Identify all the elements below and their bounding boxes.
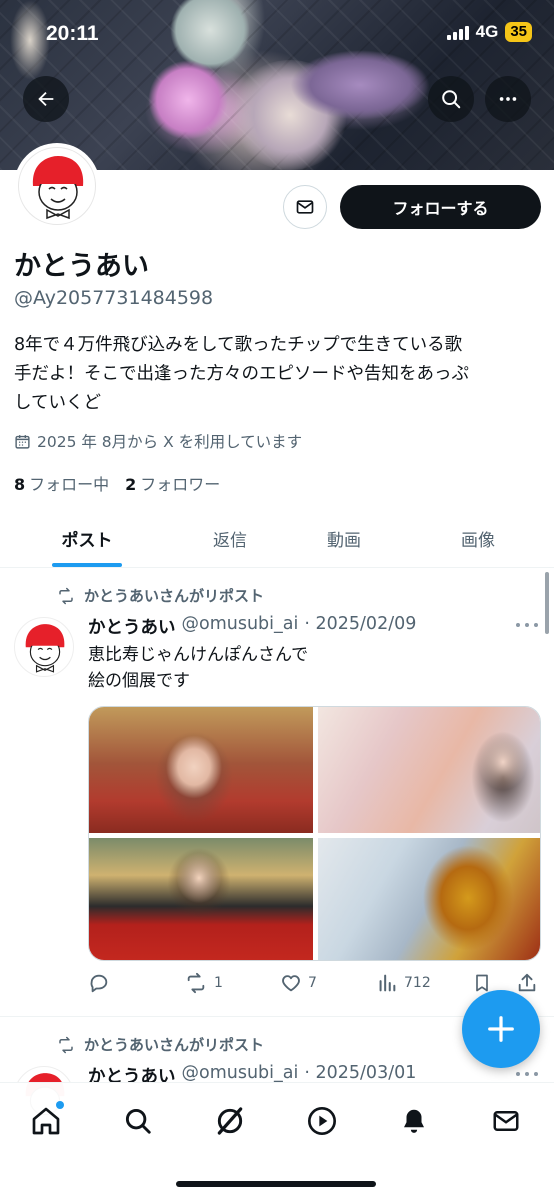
back-button[interactable] xyxy=(23,76,69,122)
banner-figure xyxy=(290,50,430,120)
join-date-text: 2025 年 8月から X を利用しています xyxy=(37,433,303,451)
avatar-image xyxy=(25,624,65,673)
profile-handle: @Ay2057731484598 xyxy=(14,287,214,309)
following-count: 8 xyxy=(14,475,26,494)
following-label: フォロー中 xyxy=(29,475,110,494)
battery-icon: 35 xyxy=(505,22,532,42)
post-handle[interactable]: @omusubi_ai xyxy=(182,614,299,639)
post-media-grid xyxy=(88,706,541,961)
followers-link[interactable]: 2 フォロワー xyxy=(125,471,220,495)
views-count: 712 xyxy=(404,975,431,991)
post-date[interactable]: · 2025/02/09 xyxy=(304,614,416,639)
banner-figure xyxy=(148,60,228,140)
views-button[interactable]: 712 xyxy=(376,972,431,994)
follow-stats: 8 フォロー中 2 フォロワー xyxy=(14,471,220,495)
message-button[interactable] xyxy=(283,185,327,229)
repost-indicator: かとうあいさんがリポスト xyxy=(56,1034,264,1055)
home-icon xyxy=(32,1107,60,1135)
media-photo[interactable] xyxy=(318,838,540,960)
post-actions: 1 7 712 xyxy=(88,970,541,1000)
post-text-line: 絵の個展です xyxy=(88,671,190,691)
tab-posts[interactable]: ポスト xyxy=(37,508,137,568)
followers-count: 2 xyxy=(125,475,137,494)
reply-button[interactable] xyxy=(88,972,116,994)
repost-count: 1 xyxy=(214,975,223,991)
profile-avatar[interactable] xyxy=(14,143,100,229)
scrollbar[interactable] xyxy=(545,572,549,634)
nav-search[interactable] xyxy=(118,1101,158,1141)
status-indicators: 4G 35 xyxy=(446,22,532,42)
nav-notifications[interactable] xyxy=(394,1101,434,1141)
status-time: 20:11 xyxy=(46,22,99,45)
plus-icon xyxy=(488,1016,514,1042)
profile-tabs: ポスト 返信 動画 画像 xyxy=(0,508,554,568)
bio-line: 8年で４万件飛び込みをして歌ったチップで生きている歌 xyxy=(14,335,463,355)
share-button[interactable] xyxy=(516,972,538,994)
share-icon xyxy=(518,973,536,992)
profile-display-name: かとうあい xyxy=(14,251,149,282)
repost-button[interactable]: 1 xyxy=(184,972,223,994)
repost-icon xyxy=(59,1036,73,1053)
tab-images[interactable]: 画像 xyxy=(428,508,528,568)
calendar-icon xyxy=(15,434,30,449)
bio-line: 手だよ！そこで出逢った方々のエピソードや告知をあっぷ xyxy=(14,364,469,384)
repost-label: かとうあいさんがリポスト xyxy=(84,1036,265,1054)
messages-icon xyxy=(493,1111,519,1131)
post-header: かとうあい @omusubi_ai · 2025/02/09 xyxy=(88,614,416,639)
repost-icon xyxy=(59,587,73,604)
follow-button[interactable]: フォローする xyxy=(340,185,541,229)
heart-icon xyxy=(282,975,300,992)
nav-grok[interactable] xyxy=(210,1101,250,1141)
post-author[interactable]: かとうあい xyxy=(88,614,176,639)
profile-bio: 8年で４万件飛び込みをして歌ったチップで生きている歌 手だよ！そこで出逢った方々… xyxy=(14,331,534,418)
arrow-left-icon xyxy=(38,91,54,107)
post-more-button[interactable] xyxy=(516,623,538,629)
network-type: 4G xyxy=(475,22,499,41)
media-photo[interactable] xyxy=(89,838,313,960)
search-icon xyxy=(442,90,461,109)
following-link[interactable]: 8 フォロー中 xyxy=(14,471,109,495)
tab-videos[interactable]: 動画 xyxy=(294,508,394,568)
grok-icon xyxy=(217,1107,243,1135)
more-horizontal-icon xyxy=(499,97,517,101)
nav-video[interactable] xyxy=(302,1101,342,1141)
search-icon xyxy=(125,1108,151,1134)
avatar-image xyxy=(32,156,84,220)
home-indicator xyxy=(176,1181,376,1187)
active-tab-indicator xyxy=(52,563,122,567)
notifications-icon xyxy=(404,1109,424,1133)
nav-home[interactable] xyxy=(26,1101,66,1141)
media-photo[interactable] xyxy=(318,707,540,833)
post-more-button[interactable] xyxy=(516,1072,538,1078)
nav-messages[interactable] xyxy=(486,1101,526,1141)
like-count: 7 xyxy=(308,975,317,991)
analytics-icon xyxy=(379,974,396,992)
banner-figure xyxy=(10,0,50,80)
repost-label: かとうあいさんがリポスト xyxy=(84,587,265,605)
bio-line: していくど xyxy=(14,393,101,413)
repost-icon xyxy=(187,972,205,994)
more-button[interactable] xyxy=(485,76,531,122)
video-icon xyxy=(308,1107,336,1135)
reply-icon xyxy=(90,974,108,993)
search-button[interactable] xyxy=(428,76,474,122)
followers-label: フォロワー xyxy=(140,475,221,494)
mail-icon xyxy=(296,200,314,214)
compose-button[interactable] xyxy=(462,990,540,1068)
post-text: 恵比寿じゃんけんぽんさんで 絵の個展です xyxy=(88,642,308,694)
post-text-line: 恵比寿じゃんけんぽんさんで xyxy=(88,645,309,665)
media-photo[interactable] xyxy=(89,707,313,833)
signal-icon xyxy=(446,24,469,40)
notification-dot xyxy=(56,1101,64,1109)
tab-replies[interactable]: 返信 xyxy=(180,508,280,568)
join-date: 2025 年 8月から X を利用しています xyxy=(14,430,302,452)
post-avatar[interactable] xyxy=(14,617,74,677)
like-button[interactable]: 7 xyxy=(280,972,317,994)
repost-indicator: かとうあいさんがリポスト xyxy=(56,585,264,606)
